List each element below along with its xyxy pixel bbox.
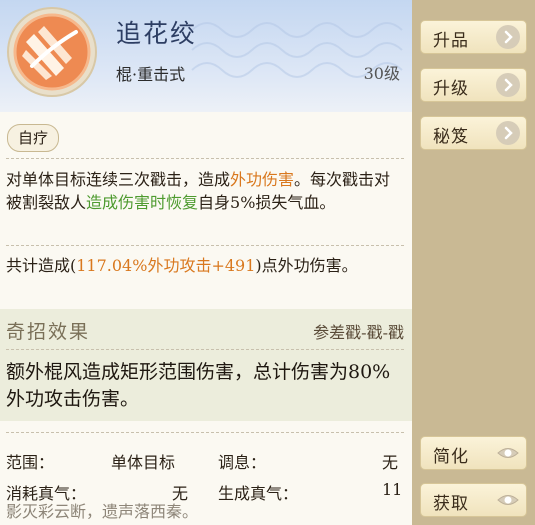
special-effect-pattern: 参差戳-戳-戳	[313, 323, 404, 342]
description-text: 对单体目标连续三次戳击，造成	[6, 170, 231, 189]
eye-icon	[496, 488, 520, 512]
description-highlight-damage: 外功伤害	[230, 170, 295, 189]
flavor-poem: 影灭彩云断，遗声落西秦。	[6, 502, 199, 521]
upgrade-quality-label: 升品	[433, 31, 469, 51]
description-highlight-condition: 造成伤害时恢复	[86, 193, 199, 212]
divider	[6, 432, 404, 433]
obtain-label: 获取	[433, 494, 469, 514]
chevron-right-icon	[496, 25, 520, 49]
simplify-button[interactable]: 简化	[420, 436, 527, 470]
total-suffix: )点外功伤害。	[255, 256, 358, 275]
skill-detail-panel: 追花绞 棍·重击式 30级 自疗 对单体目标连续三次戳击，造成外功伤害。每次戳击…	[0, 0, 412, 525]
upgrade-quality-button[interactable]: 升品	[420, 20, 527, 54]
eye-icon	[496, 441, 520, 465]
simplify-label: 简化	[433, 447, 469, 467]
special-effect-description: 额外棍风造成矩形范围伤害，总计伤害为80%外功攻击伤害。	[6, 361, 391, 410]
secret-manual-button[interactable]: 秘笈	[420, 116, 527, 150]
secret-manual-label: 秘笈	[433, 127, 469, 147]
skill-weapon-type: 棍·重击式	[116, 65, 186, 84]
range-value: 单体目标	[111, 453, 176, 472]
skill-name: 追花绞	[116, 19, 198, 48]
total-prefix: 共计造成(	[6, 256, 77, 275]
special-effect-title: 奇招效果	[6, 321, 91, 343]
breath-label: 调息：	[218, 453, 267, 472]
upgrade-level-button[interactable]: 升级	[420, 68, 527, 102]
obtain-button[interactable]: 获取	[420, 483, 527, 517]
divider	[6, 158, 404, 159]
chevron-right-icon	[496, 73, 520, 97]
skill-tag-self-heal: 自疗	[7, 124, 60, 152]
skill-level: 30级	[363, 64, 400, 83]
generate-value: 11	[382, 480, 403, 499]
range-label: 范围：	[6, 453, 55, 472]
total-damage: 共计造成(117.04%外功攻击+491)点外功伤害。	[6, 254, 404, 277]
total-damage-value: 117.04%外功攻击+491	[76, 256, 256, 275]
breath-value: 无	[382, 453, 399, 472]
chevron-right-icon	[496, 121, 520, 145]
skill-description: 对单体目标连续三次戳击，造成外功伤害。每次戳击对被割裂敌人造成伤害时恢复自身5%…	[6, 168, 404, 214]
divider	[6, 349, 404, 350]
skill-header: 追花绞 棍·重击式 30级	[0, 0, 412, 112]
generate-label: 生成真气：	[218, 484, 299, 503]
wave-pattern-decoration	[191, 22, 403, 78]
staff-skill-icon	[7, 7, 97, 97]
upgrade-level-label: 升级	[433, 79, 469, 99]
special-effect-section: 奇招效果 参差戳-戳-戳 额外棍风造成矩形范围伤害，总计伤害为80%外功攻击伤害…	[0, 309, 412, 421]
description-text: 自身5%损失气血。	[198, 193, 336, 212]
divider	[6, 245, 404, 246]
